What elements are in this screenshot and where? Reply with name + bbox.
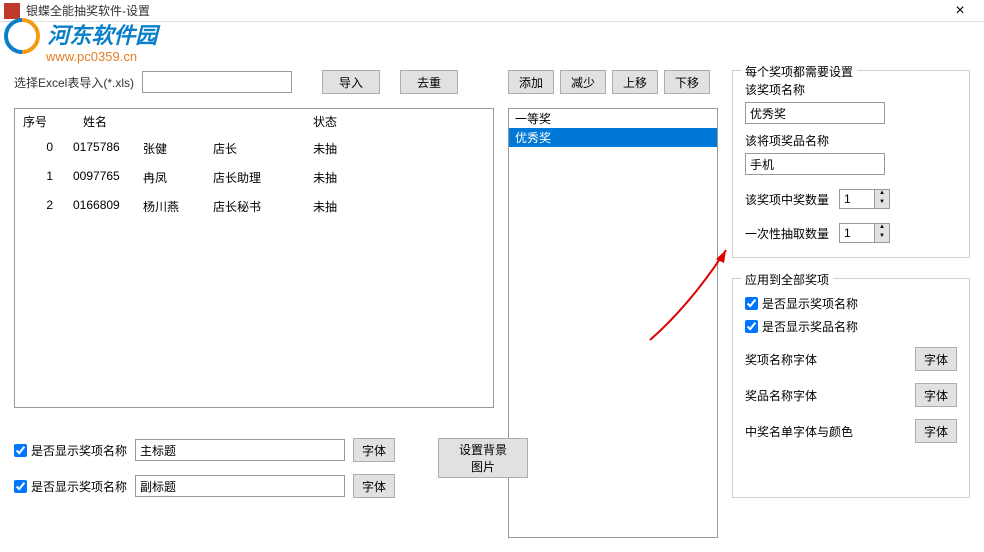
sub-title-input[interactable] bbox=[135, 475, 345, 497]
remove-button[interactable]: 减少 bbox=[560, 70, 606, 94]
list-item[interactable]: 优秀奖 bbox=[509, 128, 717, 147]
move-up-button[interactable]: 上移 bbox=[612, 70, 658, 94]
show-item-name-checkbox[interactable]: 是否显示奖品名称 bbox=[745, 318, 957, 335]
global-settings-legend: 应用到全部奖项 bbox=[741, 271, 833, 288]
show-prize-name-checkbox-1[interactable]: 是否显示奖项名称 bbox=[14, 442, 127, 459]
prize-item-input[interactable] bbox=[745, 153, 885, 175]
titlebar: 银蝶全能抽奖软件-设置 × bbox=[0, 0, 984, 22]
prize-font-label: 奖项名称字体 bbox=[745, 351, 817, 368]
col-header-idx: 序号 bbox=[23, 113, 83, 130]
draw-count-label: 一次性抽取数量 bbox=[745, 225, 829, 242]
draw-count-spinner[interactable]: ▲ ▼ bbox=[839, 223, 890, 243]
participants-table: 序号 姓名 状态 0 0175786 张健 店长 未抽 1 0097765 冉凤… bbox=[14, 108, 494, 408]
table-row[interactable]: 1 0097765 冉凤 店长助理 未抽 bbox=[15, 163, 493, 192]
global-settings-fieldset: 应用到全部奖项 是否显示奖项名称 是否显示奖品名称 奖项名称字体 字体 奖品名称… bbox=[732, 278, 970, 498]
prize-name-label: 该奖项名称 bbox=[745, 81, 957, 98]
set-background-button[interactable]: 设置背景图片 bbox=[438, 438, 528, 478]
spinner-up-icon[interactable]: ▲ bbox=[875, 224, 889, 233]
table-row[interactable]: 0 0175786 张健 店长 未抽 bbox=[15, 134, 493, 163]
table-row[interactable]: 2 0166809 杨川燕 店长秘书 未抽 bbox=[15, 192, 493, 221]
prize-item-label: 该将项奖品名称 bbox=[745, 132, 957, 149]
winner-font-button[interactable]: 字体 bbox=[915, 419, 957, 443]
col-header-name: 姓名 bbox=[83, 113, 313, 130]
item-font-button[interactable]: 字体 bbox=[915, 383, 957, 407]
show-prize-name-checkbox[interactable]: 是否显示奖项名称 bbox=[745, 295, 957, 312]
show-prize-name-checkbox-2[interactable]: 是否显示奖项名称 bbox=[14, 478, 127, 495]
prize-font-button[interactable]: 字体 bbox=[915, 347, 957, 371]
spinner-down-icon[interactable]: ▼ bbox=[875, 199, 889, 208]
winner-font-label: 中奖名单字体与颜色 bbox=[745, 423, 853, 440]
move-down-button[interactable]: 下移 bbox=[664, 70, 710, 94]
window-title: 银蝶全能抽奖软件-设置 bbox=[26, 2, 940, 19]
spinner-down-icon[interactable]: ▼ bbox=[875, 233, 889, 242]
main-title-font-button[interactable]: 字体 bbox=[353, 438, 395, 462]
col-header-status: 状态 bbox=[313, 113, 393, 130]
item-font-label: 奖品名称字体 bbox=[745, 387, 817, 404]
close-button[interactable]: × bbox=[940, 0, 980, 22]
main-title-input[interactable] bbox=[135, 439, 345, 461]
import-label: 选择Excel表导入(*.xls) bbox=[14, 74, 134, 91]
prize-settings-fieldset: 每个奖项都需要设置 该奖项名称 该将项奖品名称 该奖项中奖数量 ▲ ▼ bbox=[732, 70, 970, 258]
prize-settings-legend: 每个奖项都需要设置 bbox=[741, 63, 857, 80]
win-count-spinner[interactable]: ▲ ▼ bbox=[839, 189, 890, 209]
prize-name-input[interactable] bbox=[745, 102, 885, 124]
import-path-input[interactable] bbox=[142, 71, 292, 93]
app-icon bbox=[4, 3, 20, 19]
dedupe-button[interactable]: 去重 bbox=[400, 70, 458, 94]
sub-title-font-button[interactable]: 字体 bbox=[353, 474, 395, 498]
list-item[interactable]: 一等奖 bbox=[509, 109, 717, 128]
add-button[interactable]: 添加 bbox=[508, 70, 554, 94]
spinner-up-icon[interactable]: ▲ bbox=[875, 190, 889, 199]
import-button[interactable]: 导入 bbox=[322, 70, 380, 94]
prize-listbox[interactable]: 一等奖 优秀奖 bbox=[508, 108, 718, 538]
win-count-label: 该奖项中奖数量 bbox=[745, 191, 829, 208]
